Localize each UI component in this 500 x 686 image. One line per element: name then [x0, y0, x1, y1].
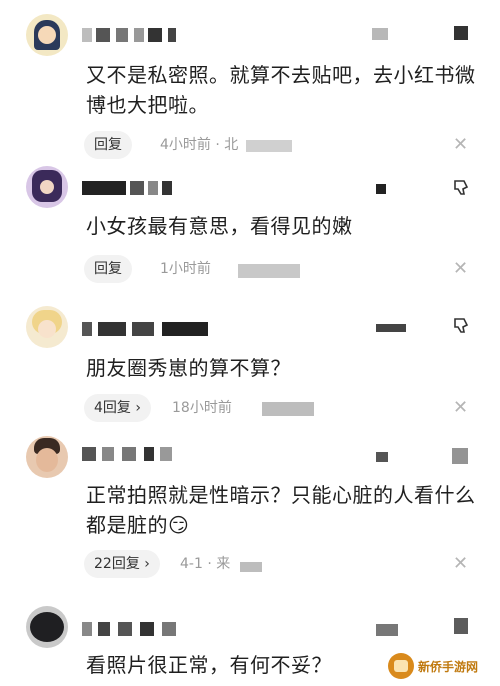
username-redacted	[82, 322, 212, 336]
reply-button[interactable]: 回复	[84, 131, 132, 159]
comment-text: 正常拍照就是性暗示？只能心脏的人看什么都是脏的😏	[86, 483, 476, 537]
smirk-emoji-icon: 😏	[168, 513, 190, 537]
location-redacted	[238, 264, 300, 278]
avatar[interactable]	[26, 436, 68, 478]
username-redacted	[82, 622, 202, 636]
close-icon[interactable]: ✕	[453, 255, 468, 283]
close-icon[interactable]: ✕	[453, 394, 468, 422]
dislike-icon[interactable]	[453, 316, 471, 338]
region-redacted	[376, 624, 398, 636]
region-redacted	[376, 184, 386, 194]
reply-button[interactable]: 4回复 ›	[84, 394, 151, 422]
like-icon-redacted[interactable]	[454, 26, 468, 40]
location-redacted	[240, 562, 262, 572]
comment-time: 1小时前	[160, 261, 211, 277]
site-watermark: 新侨手游网	[388, 650, 496, 682]
comment-text: 又不是私密照。就算不去贴吧，去小红书微博也大把啦。	[86, 63, 476, 117]
like-icon-redacted[interactable]	[452, 448, 468, 464]
reply-button[interactable]: 22回复 ›	[84, 550, 160, 578]
region-redacted	[376, 452, 388, 462]
close-icon[interactable]: ✕	[453, 131, 468, 159]
location-redacted	[262, 402, 314, 416]
avatar[interactable]	[26, 606, 68, 648]
comment-time: 18小时前	[172, 400, 232, 416]
username-redacted	[82, 181, 172, 195]
region-redacted	[376, 324, 406, 332]
region-redacted	[372, 28, 388, 40]
watermark-logo-icon	[388, 653, 414, 679]
username-redacted	[82, 447, 182, 461]
like-icon-redacted[interactable]	[454, 618, 468, 634]
comment-time: 4小时前 · 北	[160, 137, 239, 153]
location-redacted	[246, 140, 292, 152]
close-icon[interactable]: ✕	[453, 550, 468, 578]
comment-text: 朋友圈秀崽的算不算？	[86, 356, 291, 380]
reply-button[interactable]: 回复	[84, 255, 132, 283]
username-redacted	[82, 28, 182, 42]
dislike-icon[interactable]	[453, 178, 471, 200]
avatar[interactable]	[26, 306, 68, 348]
avatar[interactable]	[26, 166, 68, 208]
avatar[interactable]	[26, 14, 68, 56]
comment-text: 小女孩最有意思，看得见的嫩	[86, 214, 353, 238]
comment-time: 4-1 · 来	[180, 556, 231, 572]
watermark-text: 新侨手游网	[418, 659, 479, 674]
